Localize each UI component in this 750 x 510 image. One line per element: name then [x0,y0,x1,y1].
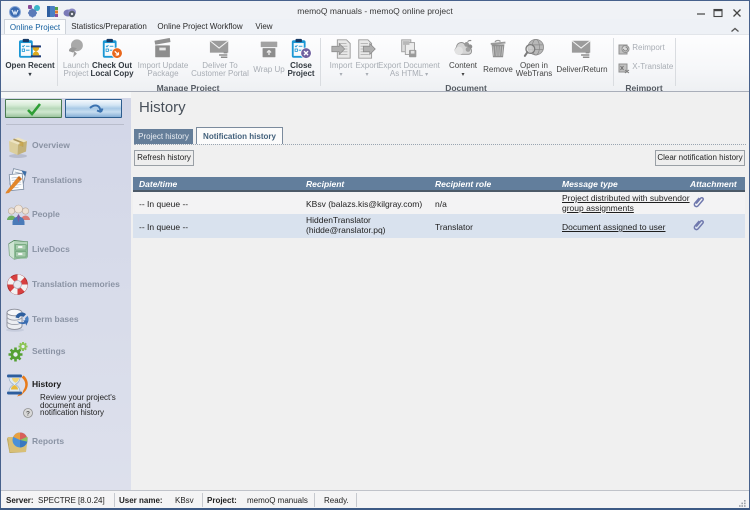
svg-text:?: ? [26,410,30,417]
